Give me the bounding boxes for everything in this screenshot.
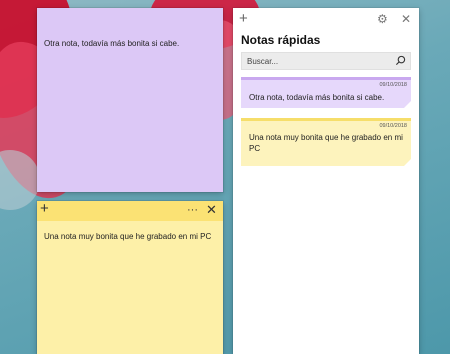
note-color-stripe [241, 118, 411, 121]
search-input[interactable] [242, 53, 392, 69]
note-list-item[interactable]: 09/10/2018 Otra nota, todavía más bonita… [241, 77, 411, 108]
search-icon[interactable] [395, 55, 406, 66]
gear-icon[interactable]: ⚙ [377, 12, 388, 26]
note-preview-text: Otra nota, todavía más bonita si cabe. [249, 93, 385, 102]
page-fold-corner [404, 159, 411, 166]
search-box[interactable] [241, 52, 411, 70]
new-note-icon[interactable]: + [40, 201, 49, 216]
note-color-stripe [241, 77, 411, 80]
sticky-note-yellow[interactable]: + ··· ✕ Una nota muy bonita que he graba… [37, 201, 223, 354]
note-body-text[interactable]: Otra nota, todavía más bonita si cabe. [44, 38, 217, 49]
note-titlebar[interactable]: + ··· ✕ [37, 201, 223, 221]
close-icon[interactable]: ✕ [401, 12, 411, 26]
sticky-note-purple[interactable]: Otra nota, todavía más bonita si cabe. [37, 8, 223, 192]
more-options-icon[interactable]: ··· [187, 203, 198, 217]
page-fold-corner [404, 101, 411, 108]
notes-list-panel: + ⚙ ✕ Notas rápidas 09/10/2018 Otra nota… [233, 8, 419, 354]
note-date: 09/10/2018 [379, 123, 407, 129]
note-preview-text: Una nota muy bonita que he grabado en mi… [249, 133, 403, 153]
note-date: 09/10/2018 [379, 82, 407, 88]
panel-title: Notas rápidas [241, 33, 321, 47]
note-body-text[interactable]: Una nota muy bonita que he grabado en mi… [44, 231, 219, 242]
close-icon[interactable]: ✕ [206, 203, 217, 217]
note-list-item[interactable]: 09/10/2018 Una nota muy bonita que he gr… [241, 118, 411, 166]
new-note-icon[interactable]: + [239, 11, 248, 27]
